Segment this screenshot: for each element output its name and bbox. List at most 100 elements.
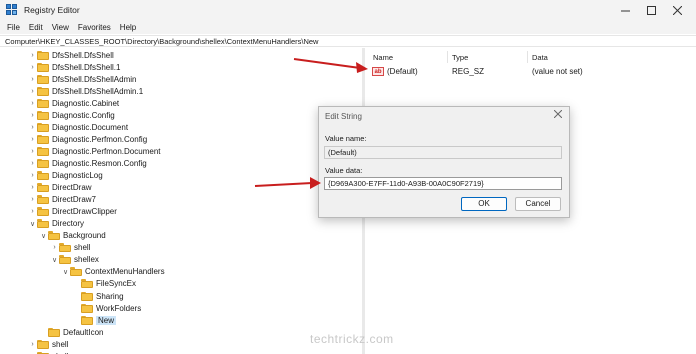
value-data-input[interactable]: {D969A300-E7FF-11d0-A93B-00A0C90F2719} xyxy=(324,177,562,190)
chevron-right-icon[interactable]: › xyxy=(28,49,37,61)
address-bar[interactable]: Computer\HKEY_CLASSES_ROOT\Directory\Bac… xyxy=(0,35,696,47)
chevron-right-icon[interactable]: › xyxy=(50,242,59,254)
tree-item[interactable]: › DirectDraw xyxy=(28,182,92,194)
tree-item[interactable]: › shell xyxy=(28,338,68,350)
folder-icon xyxy=(59,243,71,253)
chevron-right-icon[interactable]: › xyxy=(28,109,37,121)
tree-item[interactable]: › DfsShell.DfsShellAdmin xyxy=(28,73,136,85)
close-icon[interactable] xyxy=(664,0,690,20)
tree-item[interactable]: › Diagnostic.Document xyxy=(28,121,128,133)
folder-open-icon xyxy=(37,219,49,229)
tree-item-label: Diagnostic.Config xyxy=(52,110,115,120)
tree-item[interactable]: › DirectDraw7 xyxy=(28,194,96,206)
tree-item-label: DirectDrawClipper xyxy=(52,207,117,217)
menu-help[interactable]: Help xyxy=(120,23,136,32)
tree-item[interactable]: › Diagnostic.Resmon.Config xyxy=(28,157,147,169)
folder-icon xyxy=(37,158,49,168)
menu-edit[interactable]: Edit xyxy=(29,23,43,32)
chevron-right-icon[interactable]: › xyxy=(28,206,37,218)
chevron-right-icon[interactable]: › xyxy=(28,145,37,157)
tree-item-label: Diagnostic.Resmon.Config xyxy=(52,158,147,168)
folder-icon xyxy=(37,110,49,120)
tree-item[interactable]: DefaultIcon xyxy=(39,326,103,338)
tree-item[interactable]: ∨ Directory xyxy=(28,218,84,230)
title-bar: Registry Editor xyxy=(0,0,696,20)
menu-view[interactable]: View xyxy=(52,23,69,32)
chevron-down-icon[interactable]: ∨ xyxy=(39,230,48,242)
menu-file[interactable]: File xyxy=(7,23,20,32)
minimize-icon[interactable] xyxy=(612,0,638,20)
tree-item[interactable]: › Diagnostic.Config xyxy=(28,109,115,121)
annotation-arrow-icon xyxy=(293,58,368,73)
chevron-right-icon[interactable]: › xyxy=(28,73,37,85)
tree-item[interactable]: ›shellex xyxy=(28,350,77,354)
tree-item[interactable]: › DiagnosticLog xyxy=(28,170,103,182)
tree-item[interactable]: › DirectDrawClipper xyxy=(28,206,117,218)
folder-icon xyxy=(37,207,49,217)
tree-item[interactable]: › shell xyxy=(50,242,90,254)
tree-item[interactable]: WorkFolders xyxy=(72,302,141,314)
chevron-down-icon[interactable]: ∨ xyxy=(50,254,59,266)
tree-item-label: DirectDraw7 xyxy=(52,195,97,205)
tree-item[interactable]: New xyxy=(72,314,117,326)
cancel-button[interactable]: Cancel xyxy=(515,197,561,211)
chevron-right-icon[interactable]: › xyxy=(28,350,37,354)
chevron-right-icon[interactable]: › xyxy=(28,170,37,182)
tree-item[interactable]: FileSyncEx xyxy=(72,278,136,290)
tree-item[interactable]: ∨ ContextMenuHandlers xyxy=(61,266,165,278)
column-divider[interactable] xyxy=(447,51,448,63)
folder-icon xyxy=(81,315,93,325)
folder-icon xyxy=(37,339,49,349)
tree-item[interactable]: Sharing xyxy=(72,290,124,302)
tree-item-label: New xyxy=(96,315,117,325)
tree-item[interactable]: ∨ Background xyxy=(39,230,106,242)
registry-tree[interactable]: › DfsShell.DfsShell › DfsShell.DfsShell.1 › D… xyxy=(0,48,362,354)
value-row-default[interactable]: ab (Default) REG_SZ (value not set) xyxy=(369,66,689,78)
tree-item-label: WorkFolders xyxy=(96,303,142,313)
column-divider[interactable] xyxy=(527,51,528,63)
chevron-down-icon[interactable]: ∨ xyxy=(61,266,70,278)
dialog-close-icon[interactable] xyxy=(553,109,563,121)
tree-item[interactable]: › DfsShell.DfsShell.1 xyxy=(28,61,120,73)
tree-item[interactable]: › Diagnostic.Cabinet xyxy=(28,97,119,109)
tree-item[interactable]: › Diagnostic.Perfmon.Config xyxy=(28,133,147,145)
tree-item[interactable]: ∨ shellex xyxy=(50,254,99,266)
folder-icon xyxy=(37,146,49,156)
edit-string-dialog: Edit String Value name: (Default) Value … xyxy=(318,106,570,218)
folder-icon xyxy=(37,98,49,108)
value-data: (value not set) xyxy=(532,67,583,76)
tree-item[interactable]: › Diagnostic.Perfmon.Document xyxy=(28,145,161,157)
folder-icon xyxy=(37,134,49,144)
chevron-right-icon[interactable]: › xyxy=(28,121,37,133)
menu-favorites[interactable]: Favorites xyxy=(78,23,111,32)
folder-open-icon xyxy=(59,255,71,265)
chevron-right-icon[interactable]: › xyxy=(28,338,37,350)
tree-item-label: Background xyxy=(63,231,106,241)
dialog-title: Edit String xyxy=(325,112,362,121)
ok-button[interactable]: OK xyxy=(461,197,507,211)
value-name: (Default) xyxy=(387,67,418,76)
maximize-icon[interactable] xyxy=(638,0,664,20)
column-header-name[interactable]: Name xyxy=(373,53,393,62)
chevron-down-icon[interactable]: ∨ xyxy=(28,218,37,230)
column-header-data[interactable]: Data xyxy=(532,53,548,62)
tree-item[interactable]: › DfsShell.DfsShellAdmin.1 xyxy=(28,85,143,97)
chevron-right-icon[interactable]: › xyxy=(28,194,37,206)
tree-item-label: shell xyxy=(74,243,91,253)
chevron-right-icon[interactable]: › xyxy=(28,85,37,97)
chevron-right-icon[interactable]: › xyxy=(28,61,37,73)
chevron-right-icon[interactable]: › xyxy=(28,97,37,109)
chevron-right-icon[interactable]: › xyxy=(28,182,37,194)
string-value-icon: ab xyxy=(372,67,384,76)
tree-item-label: DfsShell.DfsShell.1 xyxy=(52,62,121,72)
tree-item-label: Directory xyxy=(52,219,85,229)
column-header-type[interactable]: Type xyxy=(452,53,468,62)
chevron-right-icon[interactable]: › xyxy=(28,157,37,169)
chevron-right-icon[interactable]: › xyxy=(28,133,37,145)
folder-icon xyxy=(37,74,49,84)
menu-bar: File Edit View Favorites Help xyxy=(0,20,696,34)
tree-item[interactable]: › DfsShell.DfsShell xyxy=(28,49,114,61)
